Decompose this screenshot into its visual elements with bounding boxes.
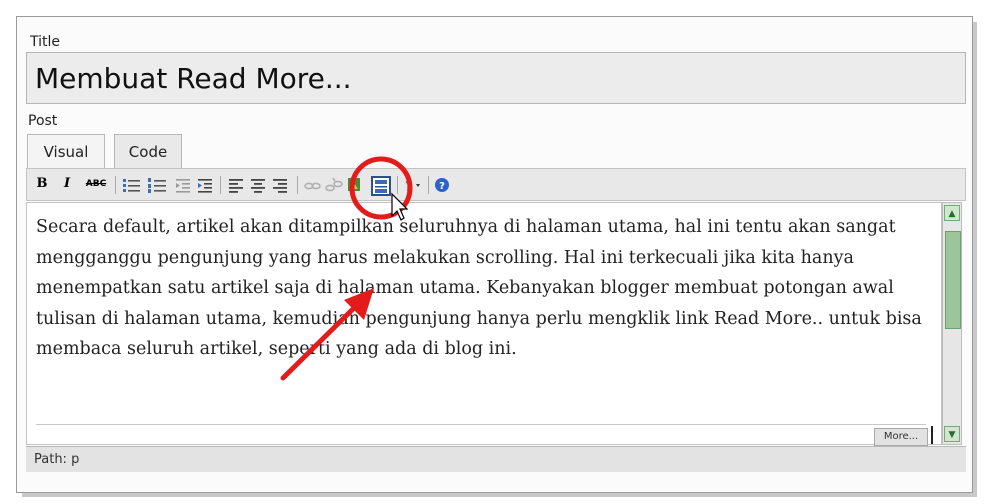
annotation-overlay — [280, 156, 413, 381]
annotation-arrow-shaft — [280, 304, 358, 381]
